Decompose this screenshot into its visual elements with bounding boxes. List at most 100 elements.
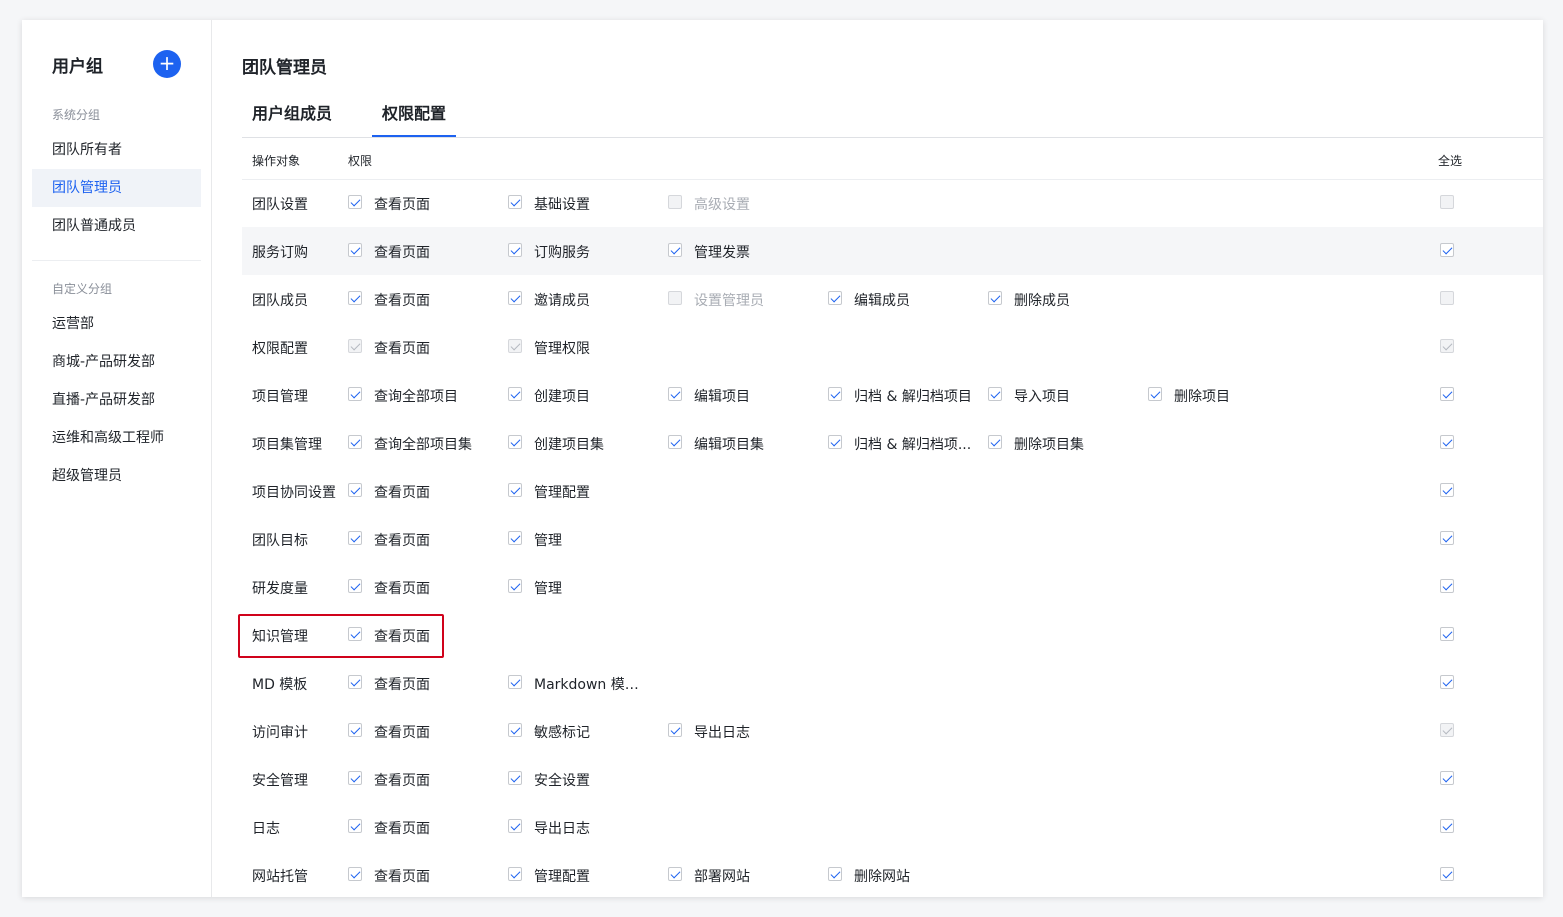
- sidebar-item[interactable]: 超级管理员: [32, 457, 201, 495]
- checkbox-icon: [1440, 771, 1454, 785]
- permission-label: 编辑项目集: [694, 437, 764, 453]
- checkbox-icon: [348, 867, 362, 881]
- add-group-button[interactable]: +: [153, 50, 181, 78]
- permission-label: 删除成员: [1014, 293, 1070, 309]
- row-object-name: 研发度量: [252, 581, 308, 597]
- permission-label: Markdown 模板...: [534, 677, 652, 693]
- custom-section-label: 自定义分组: [52, 282, 113, 296]
- row-object-name: 日志: [252, 821, 280, 837]
- checkbox-icon: [348, 819, 362, 833]
- tab-permissions[interactable]: 权限配置: [382, 100, 446, 124]
- table-row: 权限配置 查看页面 管理权限: [242, 323, 1543, 371]
- permission-label: 查看页面: [374, 533, 430, 549]
- plus-icon: +: [158, 51, 176, 75]
- table-row: 项目集管理 查询全部项目集 创建项目集 编辑项目集 归档 & 解归档项... 删除项目集: [242, 419, 1543, 467]
- checkbox-icon: [828, 435, 842, 449]
- checkbox-icon: [828, 291, 842, 305]
- permission-label: 安全设置: [534, 773, 590, 789]
- checkbox-icon: [348, 435, 362, 449]
- checkbox-icon: [508, 195, 522, 209]
- permission-label: 查询全部项目集: [374, 437, 472, 453]
- checkbox-icon: [1440, 339, 1454, 353]
- checkbox-icon: [1440, 627, 1454, 641]
- checkbox-icon: [988, 435, 1002, 449]
- sidebar-item[interactable]: 运维和高级工程师: [32, 419, 201, 457]
- system-section-label: 系统分组: [52, 108, 101, 122]
- sidebar-divider: [32, 260, 201, 261]
- permission-label: 删除项目: [1174, 389, 1230, 405]
- row-object-name: 权限配置: [252, 341, 308, 357]
- checkbox-icon: [668, 723, 682, 737]
- sidebar-header: 用户组 +: [52, 50, 182, 78]
- permission-label: 订购服务: [534, 245, 590, 261]
- table-header: 操作对象 权限 全选: [242, 138, 1543, 180]
- table-row: 项目管理 查询全部项目 创建项目 编辑项目 归档 & 解归档项目 导入项目 删除项目: [242, 371, 1543, 419]
- permission-label: 查看页面: [374, 245, 430, 261]
- checkbox-icon: [1440, 531, 1454, 545]
- checkbox-icon: [508, 819, 522, 833]
- row-object-name: 项目集管理: [252, 437, 322, 453]
- checkbox-icon: [1440, 867, 1454, 881]
- sidebar-item[interactable]: 商城-产品研发部: [32, 343, 201, 381]
- checkbox-icon: [348, 339, 362, 353]
- tab-members[interactable]: 用户组成员: [252, 100, 332, 124]
- permission-label: 敏感标记: [534, 725, 590, 741]
- permission-label: 查看页面: [374, 821, 430, 837]
- sidebar-item[interactable]: 团队管理员: [32, 169, 201, 207]
- table-row: 项目协同设置 查看页面 管理配置: [242, 467, 1543, 515]
- row-object-name: 网站托管: [252, 869, 308, 885]
- permission-label: 设置管理员: [694, 293, 764, 309]
- checkbox-icon: [508, 387, 522, 401]
- checkbox-icon: [508, 579, 522, 593]
- checkbox-icon: [508, 675, 522, 689]
- checkbox-icon: [508, 339, 522, 353]
- table-row: 团队成员 查看页面 邀请成员 设置管理员 编辑成员 删除成员: [242, 275, 1543, 323]
- table-row: 服务订购 查看页面 订购服务 管理发票: [242, 227, 1543, 275]
- col-select-all-header: 全选: [1438, 154, 1463, 168]
- checkbox-icon: [348, 291, 362, 305]
- permission-label: 查看页面: [374, 869, 430, 885]
- checkbox-icon: [668, 435, 682, 449]
- checkbox-icon: [1440, 387, 1454, 401]
- checkbox-icon: [828, 387, 842, 401]
- row-object-name: 项目管理: [252, 389, 308, 405]
- checkbox-icon: [348, 675, 362, 689]
- checkbox-icon: [988, 387, 1002, 401]
- permission-label: 管理: [534, 581, 562, 597]
- tab-bar: 用户组成员 权限配置: [242, 98, 1543, 138]
- permission-label: 删除网站: [854, 869, 910, 885]
- checkbox-icon: [508, 291, 522, 305]
- table-row: 日志 查看页面 导出日志: [242, 803, 1543, 851]
- checkbox-icon: [668, 243, 682, 257]
- checkbox-icon: [348, 627, 362, 641]
- checkbox-icon: [1440, 291, 1454, 305]
- row-object-name: 服务订购: [252, 245, 308, 261]
- permission-label: 部署网站: [694, 869, 750, 885]
- sidebar-item[interactable]: 直播-产品研发部: [32, 381, 201, 419]
- checkbox-icon: [508, 435, 522, 449]
- checkbox-icon: [1440, 675, 1454, 689]
- permission-label: 管理配置: [534, 485, 590, 501]
- checkbox-icon: [1440, 723, 1454, 737]
- sidebar-item[interactable]: 团队所有者: [32, 131, 201, 169]
- table-row: 知识管理 查看页面: [242, 611, 1543, 659]
- row-object-name: 团队成员: [252, 293, 308, 309]
- permission-label: 导出日志: [694, 725, 750, 741]
- checkbox-icon: [1148, 387, 1162, 401]
- checkbox-icon: [988, 291, 1002, 305]
- row-object-name: 团队目标: [252, 533, 308, 549]
- sidebar-item[interactable]: 运营部: [32, 305, 201, 343]
- permission-label: 查看页面: [374, 293, 430, 309]
- row-object-name: 访问审计: [252, 725, 308, 741]
- permission-label: 管理: [534, 533, 562, 549]
- permission-label: 邀请成员: [534, 293, 590, 309]
- col-permission-header: 权限: [348, 154, 373, 168]
- sidebar-item[interactable]: 团队普通成员: [32, 207, 201, 245]
- permission-label: 高级设置: [694, 197, 750, 213]
- table-row: 研发度量 查看页面 管理: [242, 563, 1543, 611]
- permission-label: 查看页面: [374, 725, 430, 741]
- permission-label: 查看页面: [374, 677, 430, 693]
- permission-label: 查看页面: [374, 197, 430, 213]
- permission-label: 导入项目: [1014, 389, 1070, 405]
- table-row: 安全管理 查看页面 安全设置: [242, 755, 1543, 803]
